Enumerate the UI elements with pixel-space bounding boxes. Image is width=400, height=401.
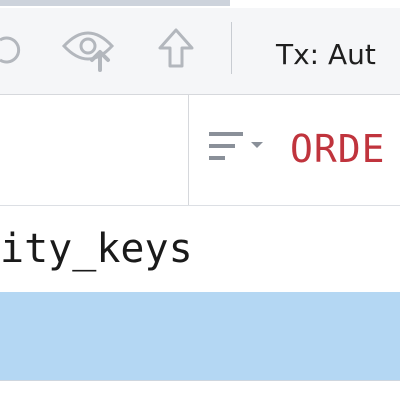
transaction-mode-dropdown[interactable]: Tx: Aut bbox=[276, 38, 376, 71]
tab-indicator bbox=[0, 0, 230, 6]
sort-lines-icon[interactable] bbox=[207, 130, 269, 168]
editor-separator bbox=[188, 95, 189, 205]
arrow-up-icon[interactable] bbox=[156, 26, 196, 74]
result-row[interactable]: ity_keys bbox=[0, 206, 400, 292]
window-top-strip bbox=[0, 0, 400, 8]
editor-toolbar: ORDE bbox=[0, 95, 400, 206]
result-row-text: ity_keys bbox=[0, 226, 193, 272]
main-toolbar: Tx: Aut bbox=[0, 8, 400, 95]
refresh-partial-icon[interactable] bbox=[0, 26, 28, 74]
list-bottom bbox=[0, 380, 400, 401]
toolbar-separator bbox=[231, 22, 232, 74]
selected-row[interactable] bbox=[0, 292, 400, 380]
sql-keyword-order: ORDE bbox=[290, 127, 386, 171]
eye-upload-icon[interactable] bbox=[60, 24, 118, 76]
